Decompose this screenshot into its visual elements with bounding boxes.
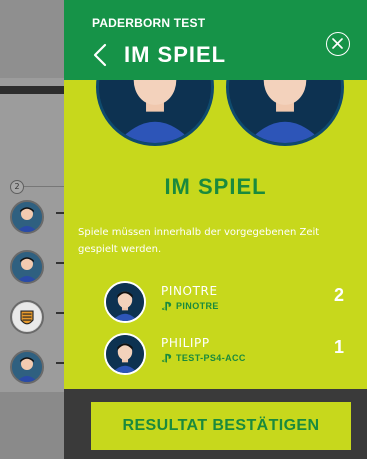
match-status-description: Spiele müssen innerhalb der vorgegebenen…	[78, 227, 320, 255]
match-status-title: IM SPIEL	[164, 174, 267, 199]
player-account-name: TEST-PS4-ACC	[176, 353, 246, 363]
player-row: PINOTRE PINOTRE 2	[104, 281, 344, 325]
background-divider	[0, 86, 64, 94]
player-account: PINOTRE	[161, 301, 219, 311]
close-icon	[332, 38, 343, 49]
tournament-name: PADERBORN TEST	[92, 16, 206, 30]
panel-header: PADERBORN TEST IM SPIEL	[64, 0, 367, 80]
background-list-mark	[56, 362, 64, 364]
playstation-icon	[161, 301, 172, 311]
player-account: TEST-PS4-ACC	[161, 353, 246, 363]
close-button[interactable]	[326, 32, 350, 56]
background-list-mark	[56, 212, 64, 214]
confirm-result-button[interactable]: RESULTAT BESTÄTIGEN	[91, 402, 351, 450]
player-account-name: PINOTRE	[176, 301, 219, 311]
chevron-left-icon	[93, 43, 107, 67]
background-list-mark	[56, 262, 64, 264]
background-list-mark	[56, 312, 64, 314]
background-avatar	[10, 200, 44, 234]
background-club-logo-icon	[10, 300, 44, 334]
player-name: PHILIPP	[161, 336, 210, 350]
background-avatar	[10, 350, 44, 384]
match-status-panel: PADERBORN TEST IM SPIEL IM SPIEL Spiele …	[64, 0, 367, 459]
playstation-icon	[161, 353, 172, 363]
background-list-index: 2	[10, 180, 24, 194]
player-score: 1	[333, 337, 344, 357]
player-avatar	[104, 281, 146, 323]
player-avatar	[104, 333, 146, 375]
background-footer	[0, 392, 64, 459]
back-button[interactable]	[90, 42, 112, 68]
player-name: PINOTRE	[161, 284, 218, 298]
background-avatar	[10, 250, 44, 284]
player-row: PHILIPP TEST-PS4-ACC 1	[104, 333, 344, 377]
player-score: 2	[333, 285, 344, 305]
panel-title-header: IM SPIEL	[124, 42, 227, 67]
